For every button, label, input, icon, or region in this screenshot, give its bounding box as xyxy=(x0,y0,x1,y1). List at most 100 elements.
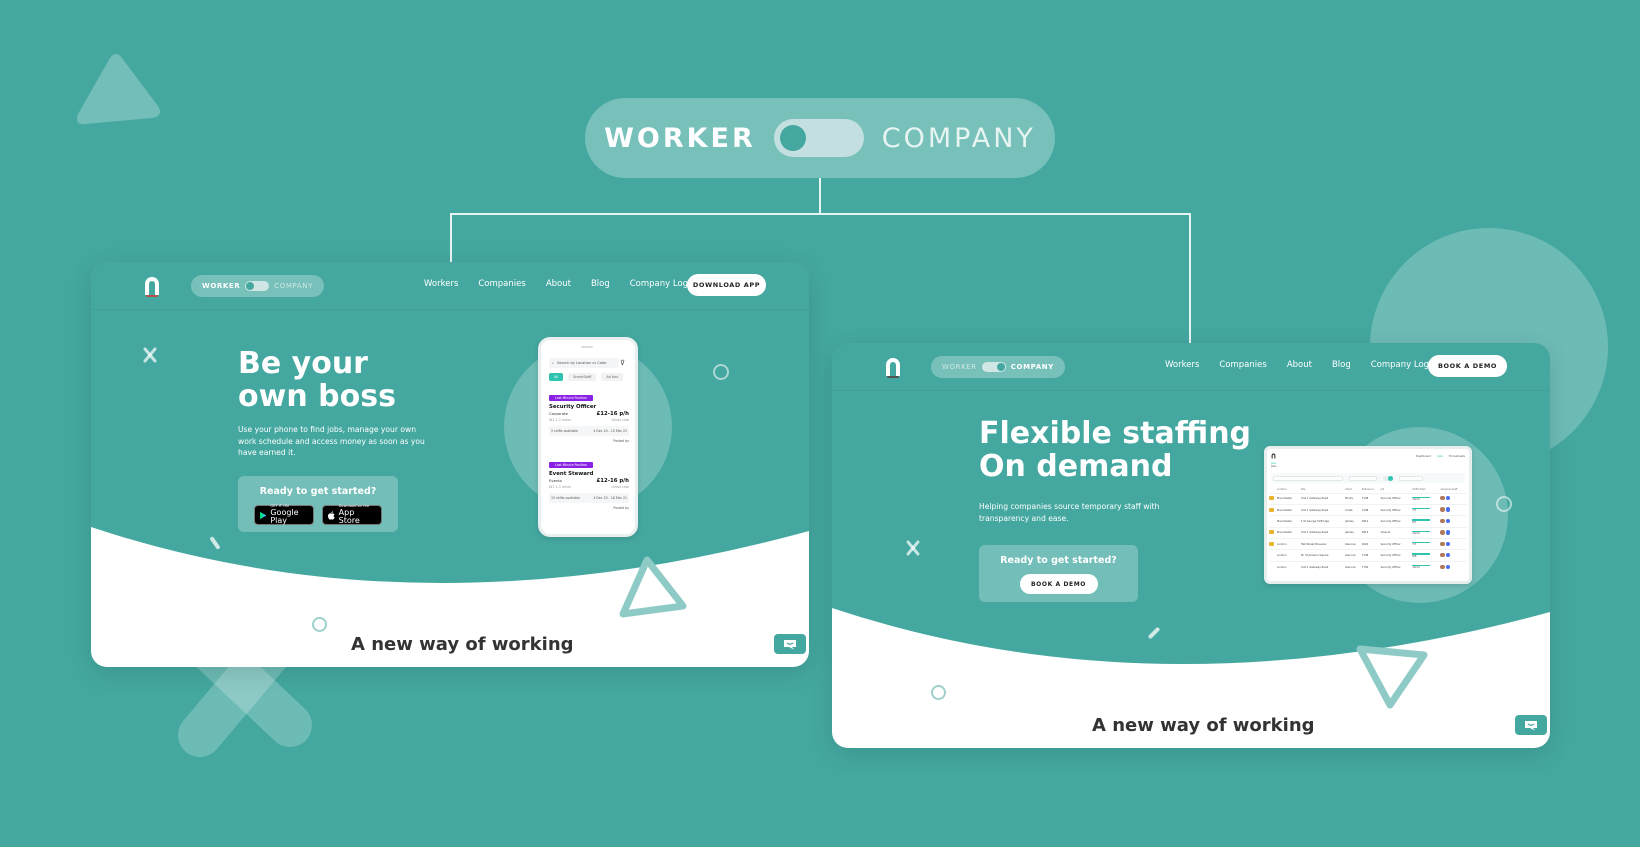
nav-link-about[interactable]: About xyxy=(1287,360,1312,370)
avatar[interactable] xyxy=(1440,495,1445,501)
job-category: Corporate xyxy=(549,411,568,416)
filter-icon[interactable]: ⊽ xyxy=(620,359,625,367)
cell-client: Jaimes xyxy=(1345,526,1362,539)
avatar[interactable] xyxy=(1445,495,1451,501)
avatar[interactable] xyxy=(1440,541,1445,546)
app-store-button[interactable]: Download on the App Store xyxy=(322,505,382,525)
table-row[interactable]: London St. St James's Square Glencoe 7198 Se… xyxy=(1269,549,1467,562)
col-reference[interactable]: Reference xyxy=(1362,486,1381,493)
arch-logo-icon[interactable] xyxy=(143,275,161,297)
company-site-preview: WORKER COMPANY Workers Companies About B… xyxy=(832,343,1550,748)
job-location: W1 1.1 miles xyxy=(549,485,572,489)
arch-logo-icon xyxy=(1271,453,1276,459)
book-demo-nav-button[interactable]: BOOK A DEMO xyxy=(1428,355,1507,377)
row-icon-cell xyxy=(1269,560,1277,573)
toggle-label-company[interactable]: COMPANY xyxy=(274,282,313,290)
worker-navbar: WORKER COMPANY Workers Companies About B… xyxy=(91,262,809,310)
avatar[interactable] xyxy=(1440,564,1445,570)
toggle-knob xyxy=(779,125,806,151)
col-location[interactable]: Location xyxy=(1277,486,1301,493)
chip-smartstaff[interactable]: SmartStaff xyxy=(568,373,597,381)
chip-adhoc[interactable]: Ad Hoc xyxy=(601,373,624,381)
toggle-label-worker[interactable]: WORKER xyxy=(604,123,756,154)
table-row[interactable]: London Unit 1 Gateway Road Glencoe 7792 Secu… xyxy=(1269,560,1467,573)
breadcrumb-current: Jobs xyxy=(1271,465,1277,469)
table-row[interactable]: London Hall Street Brauerei Glencoe 2920 Sec… xyxy=(1269,538,1467,550)
dash-status-select[interactable] xyxy=(1399,475,1423,481)
avatar[interactable] xyxy=(1445,518,1451,524)
mini-worker-company-toggle[interactable]: WORKER COMPANY xyxy=(191,275,324,297)
hero-title-line-2: own boss xyxy=(238,379,396,414)
col-shifts-filled[interactable]: Shifts filled xyxy=(1412,486,1440,493)
cell-ref: 2920 xyxy=(1361,538,1381,550)
nav-link-companies[interactable]: Companies xyxy=(478,279,525,289)
cell-job: Security Officer xyxy=(1380,538,1413,550)
table-row[interactable]: Manchester Unit 1 Gateway Road Phoby 7198 Se… xyxy=(1269,492,1467,505)
nav-link-company-login[interactable]: Company Login xyxy=(630,279,696,289)
briefcase-icon xyxy=(1269,530,1274,535)
col-assigned-staff[interactable]: Assigned staff xyxy=(1440,486,1467,493)
chat-button[interactable] xyxy=(1515,715,1547,735)
phone-search-input[interactable]: ⌕ Search by Location or Code xyxy=(549,358,619,368)
toggle-label-company[interactable]: COMPANY xyxy=(882,123,1036,154)
avatar[interactable] xyxy=(1440,518,1445,524)
nav-link-company-login[interactable]: Company Login xyxy=(1371,360,1437,370)
avatar[interactable] xyxy=(1445,530,1451,535)
dash-status-toggle[interactable] xyxy=(1383,475,1393,481)
col-client[interactable]: Client xyxy=(1345,486,1362,493)
row-icon-cell xyxy=(1269,538,1277,550)
dash-date-select[interactable] xyxy=(1349,475,1377,481)
download-app-button[interactable]: DOWNLOAD APP xyxy=(687,274,766,296)
chat-button[interactable] xyxy=(774,634,806,654)
avatar[interactable] xyxy=(1440,507,1445,512)
job-posted-by: Posted by xyxy=(613,439,629,443)
avatar[interactable] xyxy=(1445,541,1451,546)
dash-tab-jobs[interactable]: Jobs xyxy=(1437,454,1443,458)
toggle-switch[interactable] xyxy=(981,362,1006,372)
job-card[interactable]: Last Minute Position Security Officer Co… xyxy=(549,395,629,443)
book-demo-button[interactable]: BOOK A DEMO xyxy=(1019,574,1098,594)
col-site[interactable]: Site xyxy=(1301,486,1345,493)
cell-ref: 2812 xyxy=(1361,515,1381,528)
table-row[interactable]: Manchester 1 St George St Bridge Jaimes 281… xyxy=(1269,515,1467,528)
dash-tab-timesheets[interactable]: Timesheets xyxy=(1449,454,1465,458)
toggle-label-worker[interactable]: WORKER xyxy=(202,282,240,290)
nav-link-about[interactable]: About xyxy=(546,279,571,289)
row-icon-cell xyxy=(1269,492,1277,505)
dash-search-input[interactable] xyxy=(1273,475,1343,481)
avatar[interactable] xyxy=(1440,530,1445,535)
job-dates: 4 Dec 20 - 18 Mar 21 xyxy=(593,496,627,500)
avatar[interactable] xyxy=(1445,552,1451,558)
search-placeholder: Search by Location or Code xyxy=(557,361,607,365)
toggle-label-worker[interactable]: WORKER xyxy=(942,363,977,371)
google-play-label: Google Play xyxy=(270,507,299,525)
table-row[interactable]: Manchester Unit 1 Gateway Road Costa 7198 Se… xyxy=(1269,503,1467,516)
avatar[interactable] xyxy=(1445,564,1451,570)
cell-shifts-filled: 7/7 xyxy=(1412,503,1441,516)
cell-shifts-filled: 7/7 xyxy=(1412,538,1441,550)
nav-link-blog[interactable]: Blog xyxy=(591,279,610,289)
app-store-label: App Store xyxy=(338,507,360,525)
arch-logo-icon[interactable] xyxy=(884,356,902,378)
nav-link-workers[interactable]: Workers xyxy=(424,279,458,289)
job-price: £12-16 p/h xyxy=(596,411,629,417)
cell-assigned-staff xyxy=(1440,526,1467,539)
toggle-label-company[interactable]: COMPANY xyxy=(1011,363,1054,371)
toggle-switch[interactable] xyxy=(773,119,864,157)
col-job[interactable]: Job xyxy=(1381,486,1413,493)
worker-company-toggle[interactable]: WORKER COMPANY xyxy=(585,98,1055,178)
nav-link-workers[interactable]: Workers xyxy=(1165,360,1199,370)
toggle-switch[interactable] xyxy=(245,281,270,291)
nav-link-companies[interactable]: Companies xyxy=(1219,360,1266,370)
job-card[interactable]: Last Minute Position Event Steward Event… xyxy=(549,462,629,510)
google-play-button[interactable]: GET IT ON Google Play xyxy=(254,505,314,525)
connector-line xyxy=(819,178,821,214)
table-row[interactable]: Manchester Unit 1 Gateway Road Jaimes 2812 C… xyxy=(1269,526,1467,539)
avatar[interactable] xyxy=(1445,507,1451,512)
avatar[interactable] xyxy=(1440,552,1445,558)
chip-all[interactable]: All xyxy=(549,373,564,381)
briefcase-icon xyxy=(1269,541,1274,546)
dash-tab-dashboard[interactable]: Dashboard xyxy=(1416,454,1431,458)
mini-worker-company-toggle[interactable]: WORKER COMPANY xyxy=(931,356,1065,378)
nav-link-blog[interactable]: Blog xyxy=(1332,360,1351,370)
